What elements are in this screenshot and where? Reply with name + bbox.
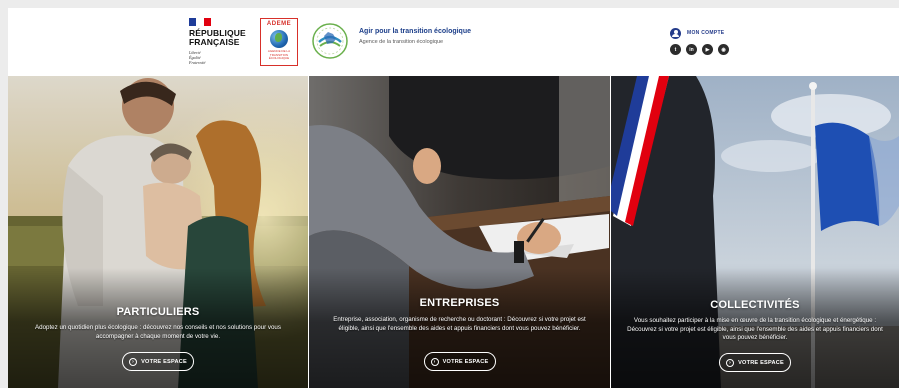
rss-icon[interactable]: ◉ — [718, 44, 729, 55]
votre-espace-button[interactable]: › VOTRE ESPACE — [122, 352, 194, 371]
site-header: RÉPUBLIQUE FRANÇAISE Liberté Égalité Fra… — [8, 8, 899, 76]
tagline-title: Agir pour la transition écologique — [359, 28, 472, 35]
ademe-name: ADEME — [266, 21, 292, 27]
linkedin-icon[interactable]: in — [686, 44, 697, 55]
button-label: VOTRE ESPACE — [442, 358, 489, 365]
panel-collectivites[interactable]: COLLECTIVITÉS Vous souhaitez participer … — [611, 76, 899, 388]
votre-espace-button[interactable]: › VOTRE ESPACE — [719, 353, 791, 372]
republique-motto: Liberté Égalité Fraternité — [189, 50, 206, 65]
ademe-subtitle: AGENCE DE LA TRANSITION ÉCOLOGIQUE — [267, 49, 291, 60]
panel-entreprises[interactable]: ENTREPRISES Entreprise, association, org… — [309, 76, 610, 388]
globe-icon — [270, 30, 288, 48]
panel-particuliers[interactable]: PARTICULIERS Adoptez un quotidien plus é… — [8, 76, 308, 388]
republique-line2: FRANÇAISE — [189, 37, 240, 47]
account-label: MON COMPTE — [687, 30, 725, 36]
panel-description: Adoptez un quotidien plus écologique : d… — [35, 324, 281, 340]
panel-title: PARTICULIERS — [116, 306, 200, 318]
twitter-icon[interactable]: t — [670, 44, 681, 55]
social-links: t in ▶ ◉ — [670, 44, 734, 55]
votre-espace-button[interactable]: › VOTRE ESPACE — [423, 352, 496, 371]
panel-title: ENTREPRISES — [419, 297, 500, 309]
ademe-logo[interactable]: ADEME AGENCE DE LA TRANSITION ÉCOLOGIQUE — [260, 18, 298, 66]
panel-description: Entreprise, association, organisme de re… — [333, 316, 586, 332]
youtube-icon[interactable]: ▶ — [702, 44, 713, 55]
user-icon — [670, 27, 681, 39]
button-label: VOTRE ESPACE — [141, 358, 187, 365]
chevron-right-icon: › — [430, 357, 439, 366]
account-link[interactable]: MON COMPTE — [670, 27, 724, 39]
tagline-subtitle: Agence de la transition écologique — [359, 39, 444, 45]
france-relance-logo[interactable] — [311, 22, 349, 60]
chevron-right-icon: › — [726, 358, 735, 367]
button-label: VOTRE ESPACE — [738, 359, 784, 366]
panel-description: Vous souhaitez participer à la mise en œ… — [627, 317, 883, 341]
republique-francaise-logo[interactable]: RÉPUBLIQUE FRANÇAISE Liberté Égalité Fra… — [189, 18, 249, 70]
site-tagline: Agir pour la transition écologique Agenc… — [359, 28, 471, 45]
chevron-right-icon: › — [129, 357, 138, 366]
page: RÉPUBLIQUE FRANÇAISE Liberté Égalité Fra… — [8, 8, 899, 388]
panel-title: COLLECTIVITÉS — [710, 299, 800, 311]
french-flag-icon — [189, 18, 211, 26]
